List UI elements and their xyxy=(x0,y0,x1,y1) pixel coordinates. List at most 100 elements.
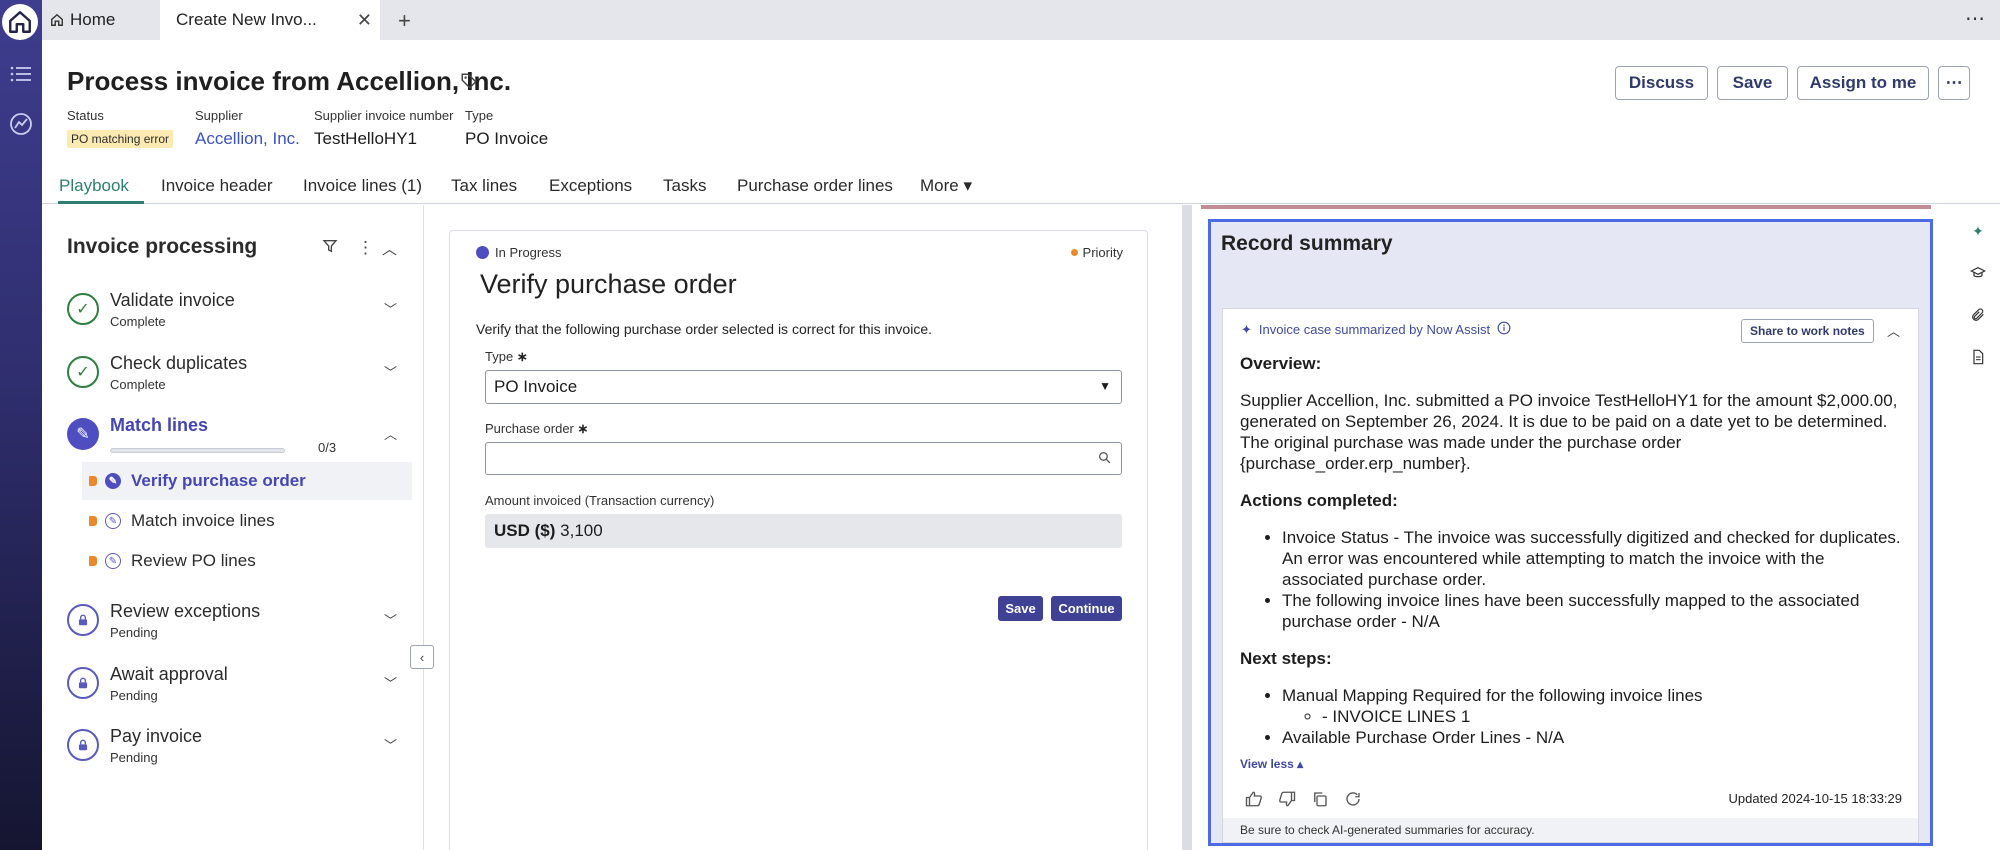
active-tab-indicator xyxy=(58,201,144,204)
tab-playbook[interactable]: Playbook xyxy=(59,176,129,196)
step-validate-invoice[interactable]: ✓ Validate invoice Complete ﹀ xyxy=(67,287,412,339)
sub-item-label: Verify purchase order xyxy=(131,471,306,490)
nested-list: - INVOICE LINES 1 xyxy=(1322,706,1905,727)
right-icon-strip: ✦ xyxy=(1960,205,2000,850)
sub-item-verify-purchase-order[interactable]: ✎ Verify purchase order xyxy=(82,462,412,500)
tab-exceptions[interactable]: Exceptions xyxy=(549,176,632,196)
tab-invoice-lines[interactable]: Invoice lines (1) xyxy=(303,176,422,196)
add-tab-icon[interactable]: + xyxy=(398,8,411,34)
step-name: Pay invoice xyxy=(110,726,203,746)
tab-invoice-header[interactable]: Invoice header xyxy=(161,176,273,196)
collapse-panel-icon[interactable]: ︿ xyxy=(382,238,397,259)
thumbs-up-icon[interactable] xyxy=(1245,790,1263,813)
sub-item-match-invoice-lines[interactable]: ✎ Match invoice lines xyxy=(82,502,412,540)
step-review-exceptions[interactable]: Review exceptions Pending ﹀ xyxy=(67,598,412,650)
now-assist-icon[interactable]: ✦ xyxy=(1964,217,1992,245)
copy-icon[interactable] xyxy=(1311,790,1329,813)
document-icon[interactable] xyxy=(1964,343,1992,371)
tab-create-new-invoice[interactable]: Create New Invo... ✕ xyxy=(160,0,380,40)
save-button[interactable]: Save xyxy=(1717,66,1788,100)
continue-button[interactable]: Continue xyxy=(1051,596,1122,621)
actions-heading: Actions completed: xyxy=(1240,491,1398,510)
meta-status: Status PO matching error xyxy=(67,108,174,148)
header-more-button[interactable]: ⋯ xyxy=(1938,66,1970,100)
assign-to-me-button[interactable]: Assign to me xyxy=(1797,66,1929,100)
tab-home[interactable]: Home xyxy=(50,0,115,40)
tab-purchase-order-lines[interactable]: Purchase order lines xyxy=(737,176,893,196)
view-less-link[interactable]: View less ▴ xyxy=(1240,757,1303,771)
task-status: In Progress xyxy=(476,245,561,260)
home-icon[interactable] xyxy=(2,4,38,40)
graduation-cap-icon[interactable] xyxy=(1964,259,1992,287)
check-circle-icon: ✓ xyxy=(67,293,99,325)
tab-tasks[interactable]: Tasks xyxy=(663,176,706,196)
supplier-link[interactable]: Accellion, Inc. xyxy=(195,129,300,149)
collapse-sidebar-button[interactable]: ‹ xyxy=(410,645,434,669)
type-value: PO Invoice xyxy=(465,129,549,148)
amount-field-label: Amount invoiced (Transaction currency) xyxy=(485,493,715,508)
filter-icon[interactable] xyxy=(322,238,338,259)
panel-splitter[interactable] xyxy=(1182,205,1192,850)
tag-icon[interactable] xyxy=(460,72,478,95)
left-rail xyxy=(0,0,42,850)
step-progress-text: 0/3 xyxy=(318,440,337,455)
paperclip-icon[interactable] xyxy=(1964,301,1992,329)
invoice-number-value: TestHelloHY1 xyxy=(314,129,417,148)
discuss-button[interactable]: Discuss xyxy=(1615,66,1708,100)
updated-timestamp: Updated 2024-10-15 18:33:29 xyxy=(1728,791,1902,806)
feedback-actions xyxy=(1245,790,1362,813)
info-icon[interactable] xyxy=(1497,321,1511,338)
list-item-text: Manual Mapping Required for the followin… xyxy=(1282,686,1703,705)
chevron-down-icon[interactable]: ﹀ xyxy=(384,673,397,692)
chevron-up-icon[interactable]: ︿ xyxy=(384,424,397,443)
kebab-menu-icon[interactable]: ⋮ xyxy=(357,238,374,258)
analytics-icon[interactable] xyxy=(7,110,35,138)
type-select[interactable]: PO Invoice ▼ xyxy=(485,370,1122,404)
task-card: In Progress Priority Verify purchase ord… xyxy=(449,230,1148,850)
sub-item-label: Match invoice lines xyxy=(131,511,275,530)
step-status: Complete xyxy=(110,377,166,392)
step-check-duplicates[interactable]: ✓ Check duplicates Complete ﹀ xyxy=(67,350,412,402)
purchase-order-input[interactable] xyxy=(485,442,1122,475)
tab-tax-lines[interactable]: Tax lines xyxy=(451,176,517,196)
overview-text: Supplier Accellion, Inc. submitted a PO … xyxy=(1240,391,1898,473)
chevron-up-icon[interactable]: ︿ xyxy=(1887,321,1900,340)
list-item: Available Purchase Order Lines - N/A xyxy=(1282,727,1905,748)
sub-item-review-po-lines[interactable]: ✎ Review PO lines xyxy=(82,542,412,580)
home-small-icon xyxy=(51,13,63,26)
type-field-label: Type ∗ xyxy=(485,349,528,365)
type-label-text: Type xyxy=(485,349,514,364)
step-match-lines[interactable]: ✎ Match lines 0/3 ︿ xyxy=(67,412,412,464)
list-item: The following invoice lines have been su… xyxy=(1282,590,1905,632)
step-await-approval[interactable]: Await approval Pending ﹀ xyxy=(67,661,412,713)
step-name: Review exceptions xyxy=(110,601,261,621)
task-priority-label: Priority xyxy=(1082,245,1123,260)
splitter-top-bar xyxy=(1201,205,1931,209)
overview-heading: Overview: xyxy=(1240,354,1322,373)
share-to-work-notes-button[interactable]: Share to work notes xyxy=(1741,319,1874,343)
chevron-down-icon[interactable]: ﹀ xyxy=(384,610,397,629)
chevron-down-icon[interactable]: ﹀ xyxy=(384,299,397,318)
step-pay-invoice[interactable]: Pay invoice Pending ﹀ xyxy=(67,723,412,775)
chevron-down-icon[interactable]: ﹀ xyxy=(384,735,397,754)
browser-tab-bar: Home Create New Invo... ✕ + ⋯ xyxy=(42,0,2000,40)
thumbs-down-icon[interactable] xyxy=(1278,790,1296,813)
next-steps-heading: Next steps: xyxy=(1240,649,1332,668)
more-options-icon[interactable]: ⋯ xyxy=(1965,6,1986,31)
refresh-icon[interactable] xyxy=(1344,790,1362,813)
task-save-button[interactable]: Save xyxy=(998,596,1043,621)
step-status: Pending xyxy=(110,625,158,640)
search-icon[interactable] xyxy=(1098,451,1111,469)
po-field-label: Purchase order ∗ xyxy=(485,421,588,437)
task-title: Verify purchase order xyxy=(480,269,737,299)
step-status: Complete xyxy=(110,314,166,329)
required-icon: ∗ xyxy=(577,421,589,436)
step-status: Pending xyxy=(110,688,158,703)
close-tab-icon[interactable]: ✕ xyxy=(357,10,372,31)
page-title: Process invoice from Accellion, Inc. xyxy=(67,66,512,96)
chevron-down-icon[interactable]: ﹀ xyxy=(384,362,397,381)
meta-status-label: Status xyxy=(67,108,104,123)
list-icon[interactable] xyxy=(7,60,35,88)
meta-type-label: Type xyxy=(465,108,494,123)
tab-more[interactable]: More ▾ xyxy=(920,176,972,196)
